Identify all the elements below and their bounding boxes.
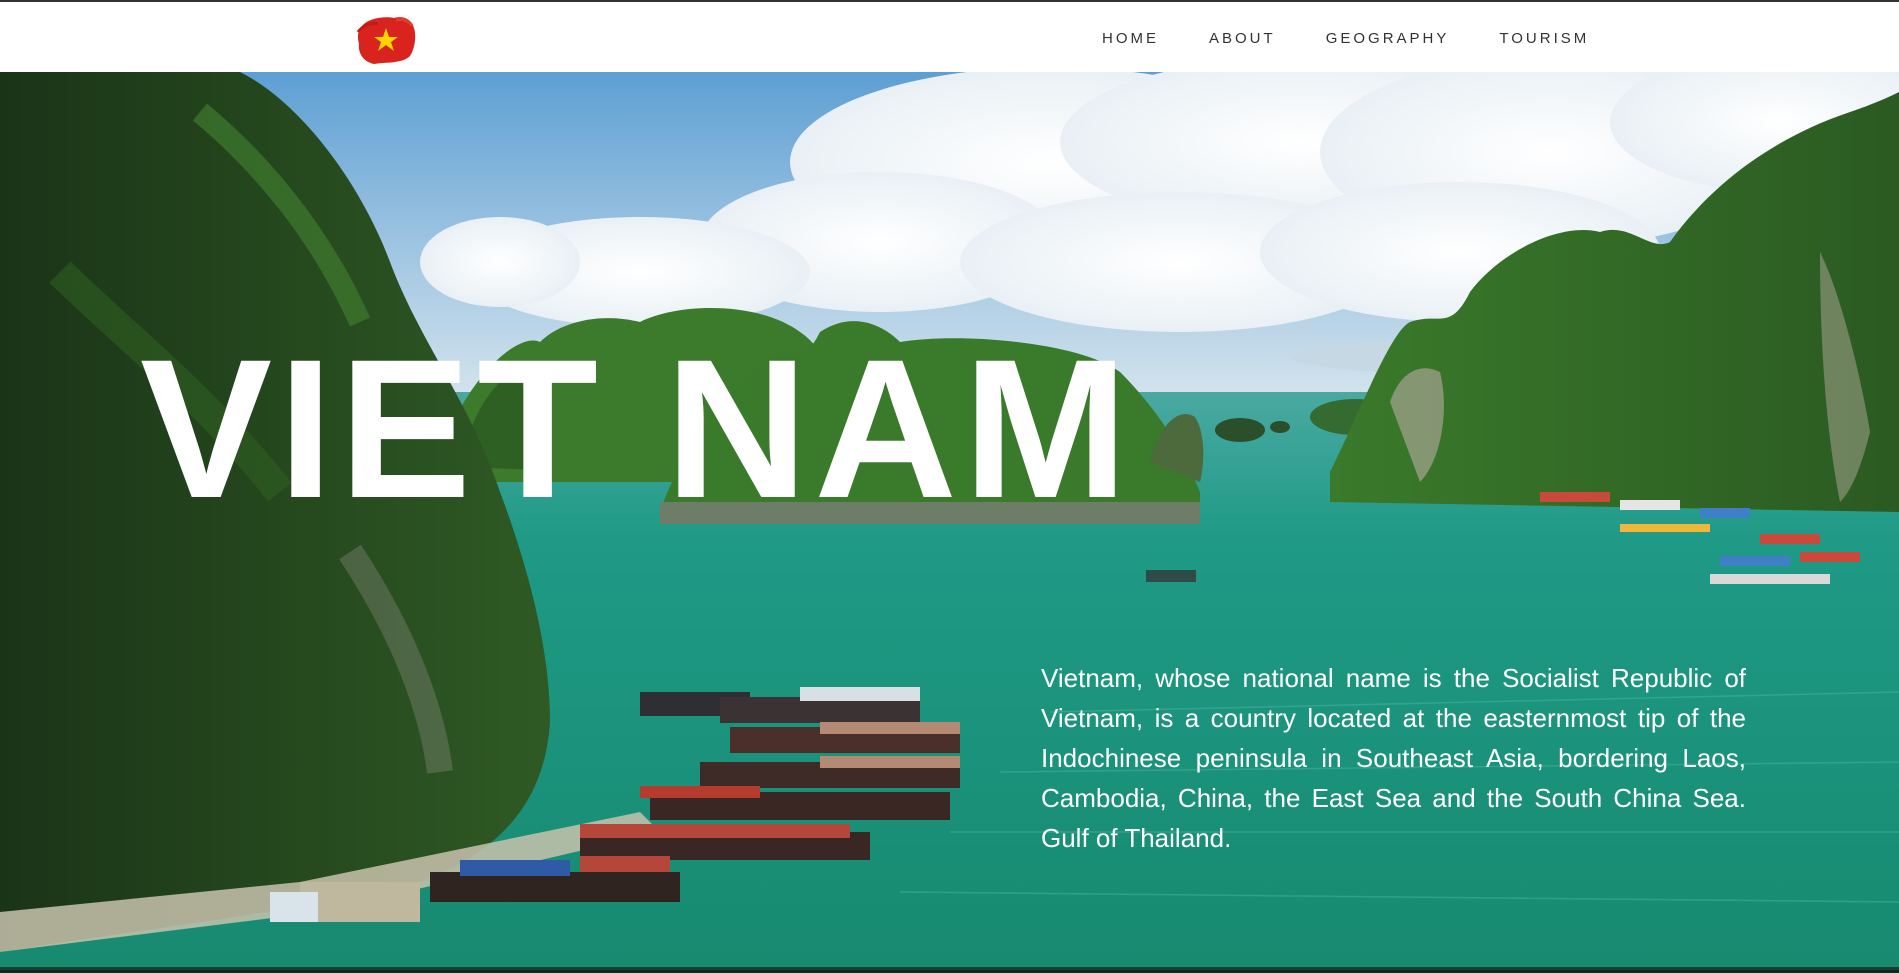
hero-title: VIET NAM bbox=[140, 318, 1135, 539]
vietnam-flag-icon bbox=[356, 17, 416, 64]
hero-section: VIET NAM Vietnam, whose national name is… bbox=[0, 72, 1899, 970]
nav-tourism[interactable]: TOURISM bbox=[1487, 30, 1601, 47]
main-nav: HOME ABOUT GEOGRAPHY TOURISM bbox=[1090, 2, 1627, 74]
nav-geography[interactable]: GEOGRAPHY bbox=[1314, 30, 1462, 47]
top-navigation-bar: HOME ABOUT GEOGRAPHY TOURISM bbox=[0, 0, 1899, 72]
nav-about[interactable]: ABOUT bbox=[1197, 30, 1288, 47]
nav-home[interactable]: HOME bbox=[1090, 30, 1171, 47]
page: HOME ABOUT GEOGRAPHY TOURISM VIET NAM Vi… bbox=[0, 0, 1899, 973]
hero-description: Vietnam, whose national name is the Soci… bbox=[1041, 663, 1746, 853]
bottom-border bbox=[0, 967, 1899, 970]
logo-link[interactable] bbox=[354, 12, 418, 66]
